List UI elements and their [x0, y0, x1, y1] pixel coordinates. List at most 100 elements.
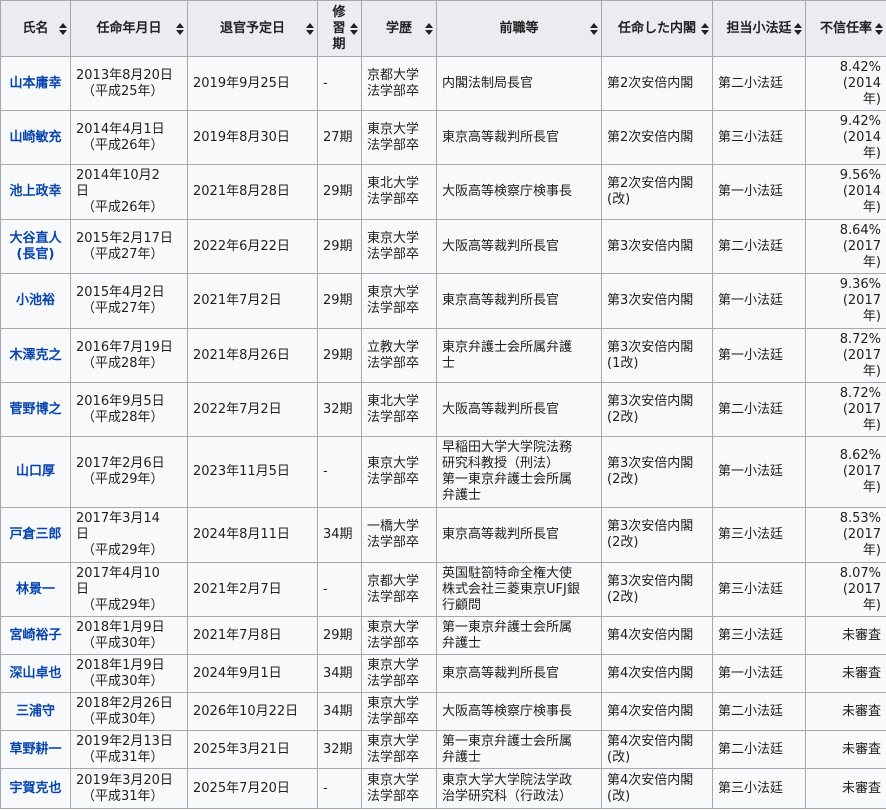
cabinet-link[interactable]: 第3次安倍内閣 [607, 456, 693, 471]
cabinet-link[interactable]: 第3次安倍内閣 [607, 394, 693, 409]
retire-date-link[interactable]: 2022年7月2日 [193, 402, 282, 417]
appoint-date-link[interactable]: 2019年2月13日 [76, 734, 173, 749]
cabinet-suffix-link[interactable]: (2改) [607, 535, 638, 550]
cabinet-link[interactable]: 第2次安倍内閣 [607, 130, 693, 145]
justice-name-link[interactable]: 林景一 [16, 582, 55, 597]
cabinet-link[interactable]: 第4次安倍内閣 [607, 628, 693, 643]
sort-icon[interactable] [794, 22, 802, 35]
cabinet-link[interactable]: 第3次安倍内閣 [607, 239, 693, 254]
retire-date-link[interactable]: 2021年2月7日 [193, 582, 282, 597]
cabinet-link[interactable]: 第3次安倍内閣 [607, 340, 693, 355]
header-term[interactable]: 修習期 [317, 0, 362, 57]
cabinet-suffix-link[interactable]: (1改) [607, 356, 638, 371]
retire-date-link[interactable]: 2019年9月25日 [193, 76, 290, 91]
appoint-date-link[interactable]: 2017年4月10 [76, 566, 160, 581]
retire-date-link[interactable]: 2026年10月22日 [193, 704, 298, 719]
appoint-date-link[interactable]: 2018年1月9日 [76, 620, 165, 635]
retire-date-link[interactable]: 2025年3月21日 [193, 742, 290, 757]
appoint-date-link[interactable]: 2015年2月17日 [76, 231, 173, 246]
prev-link[interactable]: 治学研究科 [442, 789, 507, 804]
cabinet-link[interactable]: 第4次安倍内閣 [607, 704, 693, 719]
appoint-date-link[interactable]: 2017年2月6日 [76, 456, 165, 471]
retire-date-link[interactable]: 2021年8月28日 [193, 184, 290, 199]
cabinet-link[interactable]: 第4次安倍内閣 [607, 773, 693, 788]
sort-icon[interactable] [350, 22, 358, 35]
justice-name-link[interactable]: 戸倉三郎 [9, 527, 61, 542]
justice-name-link[interactable]: 山本庸幸 [9, 76, 61, 91]
justice-name-link[interactable]: 菅野博之 [9, 402, 61, 417]
header-appoint[interactable]: 任命年月日 [70, 0, 188, 57]
retire-date-link[interactable]: 2021年8月26日 [193, 348, 290, 363]
retire-date-link[interactable]: 2021年7月8日 [193, 628, 282, 643]
prev-link[interactable]: 行 [442, 598, 455, 613]
prev-link[interactable]: 早稲田大学大学院法務 [442, 440, 572, 455]
edu-faculty[interactable]: 法学部 [367, 356, 406, 371]
cabinet-suffix-link[interactable]: (改) [607, 789, 630, 804]
header-retire[interactable]: 退官予定日 [187, 0, 318, 57]
appoint-date-link[interactable]: 2015年4月2日 [76, 285, 165, 300]
cabinet-suffix-link[interactable]: (2改) [607, 472, 638, 487]
retire-date-link[interactable]: 2024年9月1日 [193, 666, 282, 681]
cabinet-link[interactable]: 第4次安倍内閣 [607, 666, 693, 681]
appoint-date-link[interactable]: 2016年7月19日 [76, 340, 173, 355]
cabinet-link[interactable]: 第3次安倍内閣 [607, 293, 693, 308]
justice-name-link[interactable]: 小池裕 [16, 293, 55, 308]
retire-date-link[interactable]: 2024年8月11日 [193, 527, 290, 542]
prev-link[interactable]: 東京大学大学院法学政 [442, 773, 572, 788]
justice-name-link[interactable]: 大谷直人 (長官) [9, 231, 61, 262]
cabinet-link[interactable]: 第2次安倍内閣 [607, 176, 693, 191]
edu-university[interactable]: 東北大学 [367, 176, 419, 191]
edu-university[interactable]: 一橋大学 [367, 519, 419, 534]
appoint-date-link[interactable]: 2013年8月20日 [76, 68, 173, 83]
justice-name-link[interactable]: 池上政幸 [9, 184, 61, 199]
cabinet-link[interactable]: 第4次安倍内閣 [607, 734, 693, 749]
header-cabinet[interactable]: 任命した内閣 [601, 0, 713, 57]
justice-name-link[interactable]: 深山卓也 [9, 666, 61, 681]
appoint-date-link[interactable]: 2017年3月14 [76, 511, 160, 526]
cabinet-suffix-link[interactable]: (改) [607, 192, 630, 207]
retire-date-link[interactable]: 2021年7月2日 [193, 293, 282, 308]
edu-faculty[interactable]: 法学部 [367, 84, 406, 99]
sort-icon[interactable] [875, 22, 883, 35]
sort-icon[interactable] [306, 22, 314, 35]
justice-name-link[interactable]: 木澤克之 [9, 348, 61, 363]
sort-icon[interactable] [701, 22, 709, 35]
cabinet-suffix-link[interactable]: (2改) [607, 410, 638, 425]
appoint-date-link[interactable]: 2018年2月26日 [76, 696, 173, 711]
header-name[interactable]: 氏名 [0, 0, 71, 57]
sort-icon[interactable] [176, 22, 184, 35]
cabinet-link[interactable]: 第2次安倍内閣 [607, 76, 693, 91]
edu-university[interactable]: 東京大学 [367, 122, 419, 137]
edu-faculty[interactable]: 法学部 [367, 138, 406, 153]
sort-icon[interactable] [425, 22, 433, 35]
justice-name-link[interactable]: 山崎敏充 [9, 130, 61, 145]
appoint-date-link[interactable]: 2014年10月2 [76, 168, 160, 183]
edu-university[interactable]: 立教大学 [367, 340, 419, 355]
edu-faculty[interactable]: 法学部 [367, 192, 406, 207]
appoint-date-link[interactable]: 2014年4月1日 [76, 122, 165, 137]
appoint-date-link[interactable]: 2016年9月5日 [76, 394, 165, 409]
justice-name-link[interactable]: 三浦守 [16, 704, 55, 719]
justice-name-link[interactable]: 宮崎裕子 [9, 628, 61, 643]
edu-university[interactable]: 京都大学 [367, 68, 419, 83]
prev-link[interactable]: 研究科 [442, 456, 481, 471]
cabinet-link[interactable]: 第3次安倍内閣 [607, 519, 693, 534]
appoint-date-link[interactable]: 2018年1月9日 [76, 658, 165, 673]
retire-date-link[interactable]: 2023年11月5日 [193, 464, 290, 479]
cabinet-suffix-link[interactable]: (改) [607, 750, 630, 765]
sort-icon[interactable] [590, 22, 598, 35]
justice-name-link[interactable]: 宇賀克也 [9, 781, 61, 796]
cabinet-suffix-link[interactable]: (2改) [607, 590, 638, 605]
sort-icon[interactable] [59, 22, 67, 35]
header-rate[interactable]: 不信任率 [805, 0, 886, 57]
justice-name-link[interactable]: 草野耕一 [9, 742, 61, 757]
prev-link[interactable]: 三菱東京UFJ銀 [494, 582, 580, 597]
appoint-date-link[interactable]: 2019年3月20日 [76, 773, 173, 788]
header-court[interactable]: 担当小法廷 [712, 0, 806, 57]
edu-faculty[interactable]: 法学部 [367, 535, 406, 550]
header-edu[interactable]: 学歴 [361, 0, 437, 57]
retire-date-link[interactable]: 2019年8月30日 [193, 130, 290, 145]
justice-name-link[interactable]: 山口厚 [16, 464, 55, 479]
header-prev[interactable]: 前職等 [436, 0, 602, 57]
cabinet-link[interactable]: 第3次安倍内閣 [607, 574, 693, 589]
